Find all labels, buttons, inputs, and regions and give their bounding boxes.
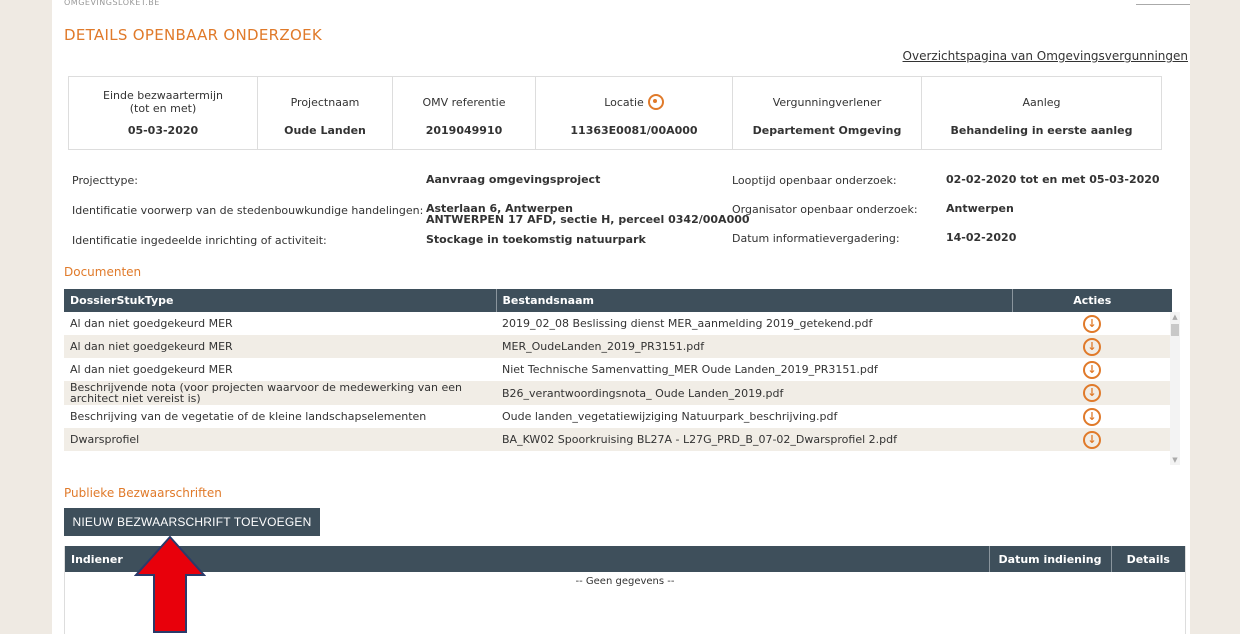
red-arrow-annotation bbox=[134, 535, 206, 633]
info-label-aanleg: Aanleg bbox=[1022, 95, 1061, 109]
info-col-vergunningverlener: Vergunningverlener Departement Omgeving bbox=[733, 77, 922, 149]
cell-type: Beschrijving van de vegetatie of de klei… bbox=[70, 410, 427, 423]
download-icon[interactable]: ↓ bbox=[1083, 430, 1101, 449]
info-col-aanleg: Aanleg Behandeling in eerste aanleg bbox=[922, 77, 1161, 149]
page-title: DETAILS OPENBAAR ONDERZOEK bbox=[64, 26, 323, 44]
col-header-datum-indiening[interactable]: Datum indiening bbox=[989, 546, 1112, 572]
summary-box: Einde bezwaartermijn (tot en met) 05-03-… bbox=[68, 76, 1162, 150]
empty-message: -- Geen gegevens -- bbox=[575, 575, 675, 587]
documents-scrollbar[interactable]: ▲ ▼ bbox=[1170, 312, 1180, 465]
info-value-einde: 05-03-2020 bbox=[127, 123, 199, 137]
info-col-locatie: Locatie 11363E0081/00A000 bbox=[536, 77, 733, 149]
bezwaarschriften-title: Publieke Bezwaarschriften bbox=[64, 486, 222, 500]
projecttype-value: Aanvraag omgevingsproject bbox=[426, 173, 601, 186]
looptijd-label: Looptijd openbaar onderzoek: bbox=[732, 174, 897, 187]
overview-link[interactable]: Overzichtspagina van Omgevingsvergunning… bbox=[903, 49, 1188, 63]
info-label-omv: OMV referentie bbox=[422, 95, 506, 109]
table-row: Al dan niet goedgekeurd MER Niet Technis… bbox=[64, 358, 1172, 381]
page-container: OMGEVINGSLOKET.BE DETAILS OPENBAAR ONDER… bbox=[52, 0, 1190, 634]
info-col-omv: OMV referentie 2019049910 bbox=[393, 77, 536, 149]
cell-file: Niet Technische Samenvatting_MER Oude La… bbox=[502, 363, 878, 376]
cell-file: Oude landen_vegetatiewijziging Natuurpar… bbox=[502, 410, 838, 423]
projecttype-label: Projecttype: bbox=[72, 174, 138, 187]
download-icon[interactable]: ↓ bbox=[1083, 384, 1101, 402]
cell-type: Al dan niet goedgekeurd MER bbox=[70, 363, 233, 376]
download-icon[interactable]: ↓ bbox=[1083, 407, 1101, 426]
documents-header-row: DossierStukType Bestandsnaam Acties bbox=[64, 289, 1172, 312]
top-divider bbox=[1136, 4, 1190, 5]
download-icon[interactable]: ↓ bbox=[1083, 337, 1101, 356]
col-header-details: Details bbox=[1111, 546, 1185, 572]
info-value-omv: 2019049910 bbox=[425, 123, 503, 137]
table-row: Dwarsprofiel BA_KW02 Spoorkruising BL27A… bbox=[64, 428, 1172, 451]
scroll-thumb[interactable] bbox=[1171, 324, 1179, 336]
info-value-locatie: 11363E0081/00A000 bbox=[570, 123, 698, 137]
documents-table-container: DossierStukType Bestandsnaam Acties Al d… bbox=[64, 289, 1184, 465]
info-value-projectnaam: Oude Landen bbox=[284, 123, 366, 137]
add-bezwaarschrift-button[interactable]: NIEUW BEZWAARSCHRIFT TOEVOEGEN bbox=[64, 508, 320, 536]
cell-type: Dwarsprofiel bbox=[64, 428, 496, 451]
bezwaarschriften-table-container: Indiener Datum indiening Details -- Geen… bbox=[64, 546, 1186, 634]
table-row: Beschrijving van de vegetatie of de klei… bbox=[64, 405, 1172, 428]
documents-table: DossierStukType Bestandsnaam Acties Al d… bbox=[64, 289, 1172, 451]
cell-file: B26_verantwoordingsnota_ Oude Landen_201… bbox=[496, 381, 1012, 405]
scroll-down-icon[interactable]: ▼ bbox=[1170, 455, 1180, 465]
col-header-acties: Acties bbox=[1012, 289, 1172, 312]
info-label-einde: Einde bezwaartermijn (tot en met) bbox=[103, 89, 223, 115]
identificatie-inrichting-value: Stockage in toekomstig natuurpark bbox=[426, 233, 646, 246]
bezwaarschriften-header-row: Indiener Datum indiening Details bbox=[65, 546, 1185, 572]
bezwaarschriften-table: Indiener Datum indiening Details -- Geen… bbox=[65, 546, 1185, 590]
info-value-aanleg: Behandeling in eerste aanleg bbox=[950, 123, 1133, 137]
looptijd-value: 02-02-2020 tot en met 05-03-2020 bbox=[946, 173, 1160, 186]
cell-file: MER_OudeLanden_2019_PR3151.pdf bbox=[496, 335, 1012, 358]
table-row: Al dan niet goedgekeurd MER MER_OudeLand… bbox=[64, 335, 1172, 358]
datum-info-value: 14-02-2020 bbox=[946, 231, 1017, 244]
col-header-dossierstuktype[interactable]: DossierStukType bbox=[64, 289, 497, 312]
project-details: Projecttype: Aanvraag omgevingsproject I… bbox=[72, 167, 1182, 257]
download-icon[interactable]: ↓ bbox=[1083, 314, 1101, 333]
info-label-projectnaam: Projectnaam bbox=[290, 95, 360, 109]
datum-info-label: Datum informatievergadering: bbox=[732, 232, 900, 245]
info-label-vergunningverlener: Vergunningverlener bbox=[772, 95, 882, 109]
location-pin-icon[interactable] bbox=[647, 94, 664, 110]
info-value-vergunningverlener: Departement Omgeving bbox=[752, 123, 902, 137]
table-row: Beschrijvende nota (voor projecten waarv… bbox=[64, 381, 1172, 405]
info-label-locatie: Locatie bbox=[600, 85, 668, 119]
organisator-value: Antwerpen bbox=[946, 202, 1014, 215]
organisator-label: Organisator openbaar onderzoek: bbox=[732, 203, 918, 216]
identificatie-voorwerp-label: Identificatie voorwerp van de stedenbouw… bbox=[72, 204, 424, 217]
identificatie-voorwerp-value-2: ANTWERPEN 17 AFD, sectie H, perceel 0342… bbox=[426, 213, 750, 226]
scroll-up-icon[interactable]: ▲ bbox=[1170, 312, 1180, 322]
download-icon[interactable]: ↓ bbox=[1083, 360, 1101, 379]
cell-type: Al dan niet goedgekeurd MER bbox=[64, 335, 496, 358]
cell-type: Al dan niet goedgekeurd MER bbox=[70, 317, 233, 330]
col-header-bestandsnaam[interactable]: Bestandsnaam bbox=[496, 289, 1013, 312]
brand-logo: OMGEVINGSLOKET.BE bbox=[64, 0, 160, 7]
empty-row: -- Geen gegevens -- bbox=[65, 572, 1185, 590]
table-row: Al dan niet goedgekeurd MER 2019_02_08 B… bbox=[64, 312, 1172, 335]
info-col-projectnaam: Projectnaam Oude Landen bbox=[258, 77, 393, 149]
identificatie-inrichting-label: Identificatie ingedeelde inrichting of a… bbox=[72, 234, 327, 247]
cell-file: BA_KW02 Spoorkruising BL27A - L27G_PRD_B… bbox=[496, 428, 1012, 451]
cell-file: 2019_02_08 Beslissing dienst MER_aanmeld… bbox=[502, 317, 873, 330]
documenten-title: Documenten bbox=[64, 265, 142, 279]
cell-type: Beschrijvende nota (voor projecten waarv… bbox=[64, 381, 496, 405]
info-col-einde: Einde bezwaartermijn (tot en met) 05-03-… bbox=[69, 77, 258, 149]
